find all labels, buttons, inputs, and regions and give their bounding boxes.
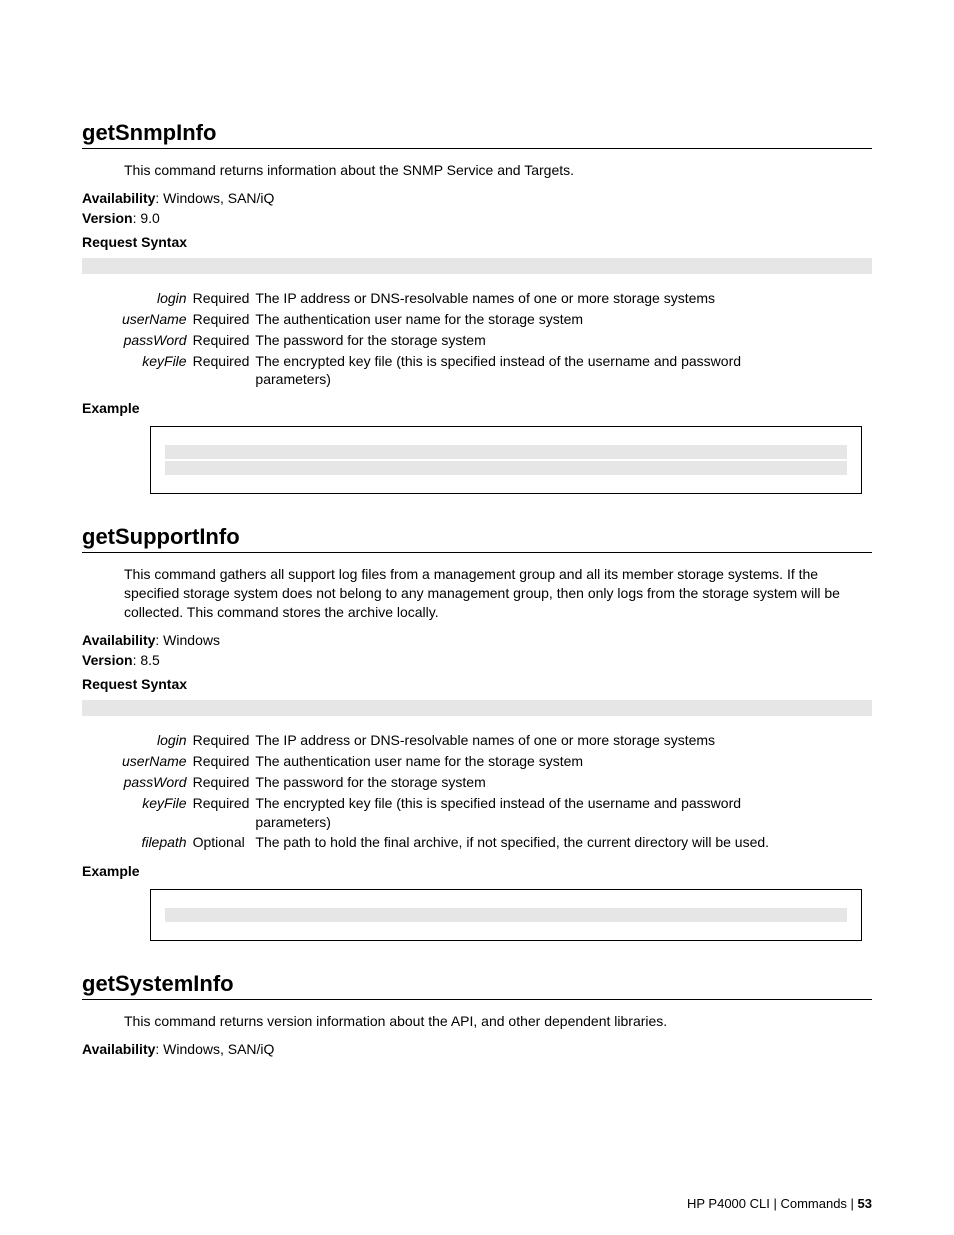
section-heading: getSnmpInfo: [82, 120, 872, 149]
param-required: Optional: [193, 832, 256, 853]
param-description: The authentication user name for the sto…: [255, 309, 821, 330]
example-box: [150, 889, 862, 941]
document-page: getSnmpInfo This command returns informa…: [0, 0, 954, 1235]
param-required: Required: [193, 309, 256, 330]
param-required: Required: [193, 730, 256, 751]
table-row: filepath Optional The path to hold the f…: [122, 832, 821, 853]
availability-value: : Windows: [155, 632, 220, 648]
section-getsysteminfo: getSystemInfo This command returns versi…: [82, 971, 872, 1057]
table-row: userName Required The authentication use…: [122, 751, 821, 772]
availability-line: Availability: Windows, SAN/iQ: [82, 190, 872, 206]
availability-value: : Windows, SAN/iQ: [155, 1041, 274, 1057]
param-required: Required: [193, 330, 256, 351]
param-name: keyFile: [122, 351, 193, 391]
table-row: passWord Required The password for the s…: [122, 772, 821, 793]
footer-text: HP P4000 CLI | Commands |: [687, 1196, 858, 1211]
example-line: [165, 461, 847, 475]
param-required: Required: [193, 751, 256, 772]
param-name: filepath: [122, 832, 193, 853]
param-description: The encrypted key file (this is specifie…: [255, 793, 821, 833]
availability-label: Availability: [82, 632, 155, 648]
availability-label: Availability: [82, 1041, 155, 1057]
availability-value: : Windows, SAN/iQ: [155, 190, 274, 206]
param-name: userName: [122, 751, 193, 772]
param-name: userName: [122, 309, 193, 330]
version-label: Version: [82, 652, 133, 668]
section-description: This command gathers all support log fil…: [124, 565, 872, 622]
example-box: [150, 426, 862, 494]
availability-line: Availability: Windows: [82, 632, 872, 648]
request-syntax-label: Request Syntax: [82, 676, 872, 692]
param-required: Required: [193, 288, 256, 309]
param-description: The IP address or DNS-resolvable names o…: [255, 288, 821, 309]
availability-label: Availability: [82, 190, 155, 206]
param-name: passWord: [122, 330, 193, 351]
version-line: Version: 9.0: [82, 210, 872, 226]
request-syntax-label: Request Syntax: [82, 234, 872, 250]
section-description: This command returns information about t…: [124, 161, 872, 180]
table-row: userName Required The authentication use…: [122, 309, 821, 330]
param-required: Required: [193, 351, 256, 391]
syntax-placeholder: [82, 700, 872, 716]
param-description: The IP address or DNS-resolvable names o…: [255, 730, 821, 751]
table-row: login Required The IP address or DNS-res…: [122, 288, 821, 309]
param-name: login: [122, 730, 193, 751]
page-number: 53: [858, 1196, 872, 1211]
param-description: The encrypted key file (this is specifie…: [255, 351, 821, 391]
version-value: : 9.0: [133, 210, 160, 226]
version-line: Version: 8.5: [82, 652, 872, 668]
availability-line: Availability: Windows, SAN/iQ: [82, 1041, 872, 1057]
table-row: keyFile Required The encrypted key file …: [122, 793, 821, 833]
param-description: The password for the storage system: [255, 772, 821, 793]
param-name: passWord: [122, 772, 193, 793]
param-description: The password for the storage system: [255, 330, 821, 351]
section-getsupportinfo: getSupportInfo This command gathers all …: [82, 524, 872, 941]
param-name: keyFile: [122, 793, 193, 833]
section-heading: getSystemInfo: [82, 971, 872, 1000]
parameter-table: login Required The IP address or DNS-res…: [122, 730, 821, 853]
page-footer: HP P4000 CLI | Commands | 53: [687, 1196, 872, 1211]
param-description: The path to hold the final archive, if n…: [255, 832, 821, 853]
param-name: login: [122, 288, 193, 309]
section-getsnmpinfo: getSnmpInfo This command returns informa…: [82, 120, 872, 494]
param-description: The authentication user name for the sto…: [255, 751, 821, 772]
version-label: Version: [82, 210, 133, 226]
example-label: Example: [82, 863, 872, 879]
example-line: [165, 445, 847, 459]
section-heading: getSupportInfo: [82, 524, 872, 553]
syntax-placeholder: [82, 258, 872, 274]
param-required: Required: [193, 772, 256, 793]
parameter-table: login Required The IP address or DNS-res…: [122, 288, 821, 390]
table-row: passWord Required The password for the s…: [122, 330, 821, 351]
version-value: : 8.5: [133, 652, 160, 668]
table-row: keyFile Required The encrypted key file …: [122, 351, 821, 391]
example-line: [165, 908, 847, 922]
table-row: login Required The IP address or DNS-res…: [122, 730, 821, 751]
param-required: Required: [193, 793, 256, 833]
section-description: This command returns version information…: [124, 1012, 872, 1031]
example-label: Example: [82, 400, 872, 416]
